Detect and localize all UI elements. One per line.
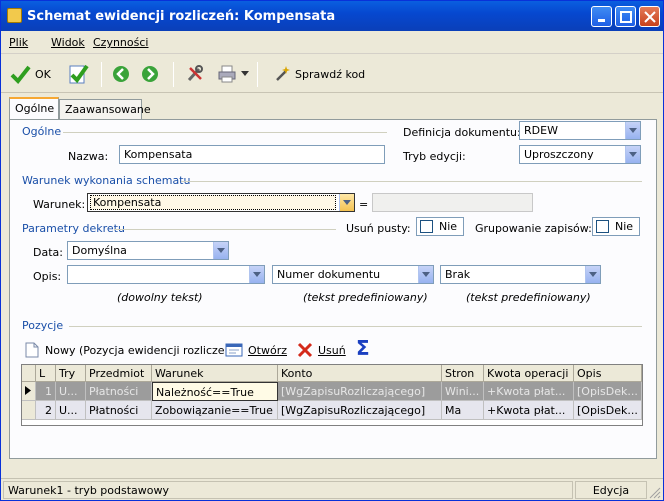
- delete-label: Usuń: [318, 343, 346, 357]
- arrow-left-icon: [113, 66, 129, 82]
- sum-icon[interactable]: Σ: [356, 336, 370, 360]
- window-title: Schemat ewidencji rozliczeń: Kompensata: [27, 9, 336, 24]
- date-label: Data:: [33, 246, 63, 259]
- grouping-checkbox[interactable]: Nie: [592, 217, 640, 236]
- forward-button[interactable]: [141, 63, 159, 85]
- tab-advanced[interactable]: Zaawansowane: [59, 99, 151, 120]
- check-icon: [10, 65, 31, 85]
- arrow-right-icon: [142, 66, 158, 82]
- status-bar: Warunek1 - tryb podstawowy Edycja: [1, 478, 663, 500]
- open-button[interactable]: Otwórz: [225, 339, 287, 361]
- ok-label: OK: [35, 67, 51, 81]
- condition-value-field: [372, 193, 533, 212]
- col-header-description[interactable]: Opis: [574, 365, 642, 382]
- verify-code-label: Sprawdź kod: [295, 67, 366, 81]
- app-icon: [7, 8, 22, 23]
- chevron-down-icon[interactable]: [249, 266, 264, 283]
- minimize-button[interactable]: [591, 6, 612, 27]
- tab-general[interactable]: Ogólne: [9, 97, 59, 120]
- document-check-icon: [69, 64, 89, 84]
- tools-icon: [187, 65, 203, 82]
- open-label: Otwórz: [248, 343, 287, 357]
- predefined-text-hint-1: (tekst predefiniowany): [303, 291, 428, 304]
- print-button[interactable]: [217, 63, 249, 85]
- chevron-down-icon[interactable]: [625, 122, 640, 139]
- chevron-down-icon[interactable]: [339, 194, 354, 211]
- col-header-l[interactable]: L: [36, 365, 56, 382]
- edit-mode-select[interactable]: Uproszczony: [519, 145, 641, 164]
- verify-code-button[interactable]: Sprawdź kod: [273, 63, 365, 85]
- menu-czynnosci[interactable]: Czynności: [93, 36, 148, 49]
- col-header-account[interactable]: Konto: [278, 365, 442, 382]
- active-cell[interactable]: Należność==True: [152, 382, 278, 401]
- magic-wand-icon: [276, 66, 290, 81]
- col-header-condition[interactable]: Warunek: [152, 365, 278, 382]
- col-header-side[interactable]: Stron: [442, 365, 484, 382]
- new-position-button[interactable]: Nowy (Pozycja ewidencji rozliczeń): [25, 339, 236, 361]
- close-button[interactable]: [639, 6, 660, 27]
- new-position-label: Nowy (Pozycja ewidencji rozliczeń): [45, 343, 236, 357]
- window: Schemat ewidencji rozliczeń: Kompensata …: [0, 0, 664, 501]
- description-select[interactable]: [67, 265, 265, 284]
- chevron-down-icon[interactable]: [213, 242, 228, 259]
- document-number-select[interactable]: Numer dokumentu: [272, 265, 434, 284]
- tools-button[interactable]: [185, 63, 205, 85]
- free-text-hint: (dowolny tekst): [117, 291, 203, 304]
- doc-def-select[interactable]: RDEW: [519, 121, 641, 140]
- col-header-amount[interactable]: Kwota operacji: [484, 365, 574, 382]
- positions-grid: L Try Przedmiot Warunek Konto Stron Kwot…: [21, 364, 643, 426]
- decree-section-title: Parametry dekretu: [22, 222, 125, 235]
- resize-grip-icon[interactable]: [649, 487, 661, 499]
- col-header-try[interactable]: Try: [56, 365, 86, 382]
- back-button[interactable]: [112, 63, 130, 85]
- general-section-title: Ogólne: [22, 125, 62, 138]
- remove-empty-checkbox[interactable]: Nie: [416, 217, 464, 236]
- condition-select[interactable]: Kompensata: [87, 193, 355, 212]
- menu-widok[interactable]: Widok: [51, 36, 85, 49]
- condition-section-title: Warunek wykonania schematu: [22, 174, 191, 187]
- date-select[interactable]: Domyślna: [67, 241, 229, 260]
- predefined-text-hint-2: (tekst predefiniowany): [466, 291, 591, 304]
- menu-plik[interactable]: Plik: [9, 36, 28, 49]
- save-check-button[interactable]: [67, 63, 89, 85]
- dropdown-arrow-icon[interactable]: [241, 71, 249, 77]
- chevron-down-icon[interactable]: [625, 146, 640, 163]
- col-header-subject[interactable]: Przedmiot: [86, 365, 152, 382]
- status-text: Warunek1 - tryb podstawowy: [3, 481, 573, 499]
- positions-section-title: Pozycje: [22, 319, 64, 332]
- maximize-button[interactable]: [615, 6, 636, 27]
- title-bar[interactable]: Schemat ewidencji rozliczeń: Kompensata: [1, 1, 663, 31]
- row-selector[interactable]: [22, 382, 36, 401]
- menu-bar: Plik Widok Czynności: [1, 31, 663, 54]
- chevron-down-icon[interactable]: [585, 266, 600, 283]
- condition-label: Warunek:: [33, 198, 86, 211]
- doc-def-label: Definicja dokumentu:: [403, 126, 521, 139]
- printer-icon: [218, 65, 236, 83]
- toolbar: OK Sprawdź kod: [1, 55, 663, 93]
- delete-button[interactable]: Usuń: [297, 339, 346, 361]
- new-document-icon: [25, 342, 39, 358]
- chevron-down-icon[interactable]: [418, 266, 433, 283]
- edit-mode-label: Tryb edycji:: [403, 150, 466, 163]
- description-label: Opis:: [33, 270, 62, 283]
- name-label: Nazwa:: [68, 150, 109, 163]
- brak-select[interactable]: Brak: [440, 265, 601, 284]
- delete-x-icon: [297, 342, 313, 358]
- ok-button[interactable]: OK: [9, 63, 51, 85]
- equals-sign: =: [359, 198, 369, 211]
- remove-empty-label: Usuń pusty:: [346, 222, 411, 235]
- row-selector[interactable]: [22, 401, 36, 420]
- name-field[interactable]: Kompensata: [119, 145, 385, 164]
- grouping-label: Grupowanie zapisów:: [475, 222, 592, 235]
- form-icon: [225, 343, 243, 357]
- row-pointer-icon: [25, 386, 31, 395]
- status-mode: Edycja: [575, 481, 647, 499]
